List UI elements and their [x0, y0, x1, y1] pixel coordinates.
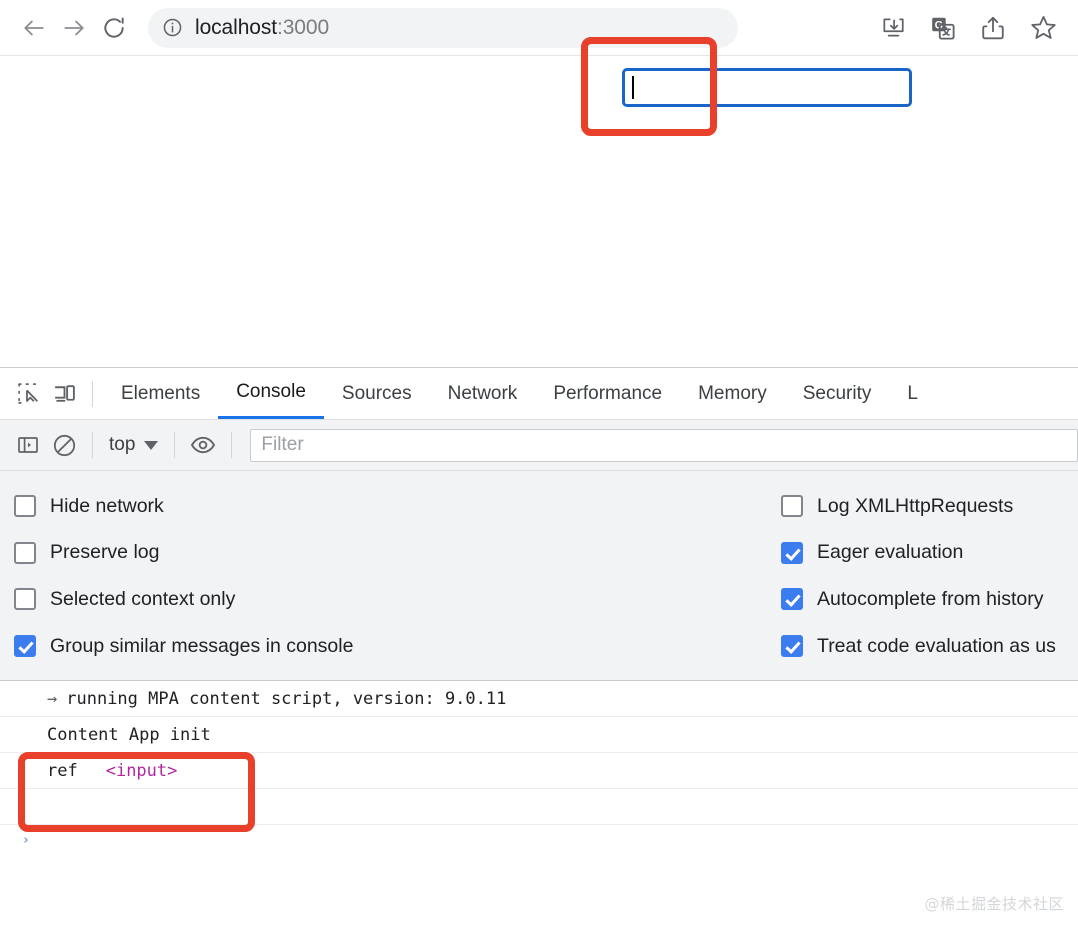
eager-evaluation-checkbox[interactable]	[781, 541, 803, 564]
preserve-log-label: Preserve log	[50, 541, 160, 564]
setting-eager-evaluation[interactable]: Eager evaluation	[781, 530, 1056, 577]
devtools-panel: Elements Console Sources Network Perform…	[0, 367, 1078, 934]
console-filter-placeholder: Filter	[261, 434, 304, 455]
setting-autocomplete-history[interactable]: Autocomplete from history	[781, 576, 1056, 623]
address-bar[interactable]: localhost:3000	[148, 7, 738, 48]
execution-context-value: top	[109, 434, 136, 455]
install-app-icon	[883, 17, 904, 36]
arrow-left-icon	[24, 20, 44, 35]
ref-input-tag: <input>	[105, 760, 178, 781]
device-toolbar-icon	[54, 385, 75, 402]
bookmark-star-button[interactable]	[1028, 13, 1058, 43]
hide-network-checkbox[interactable]	[14, 495, 36, 518]
hide-network-label: Hide network	[50, 494, 164, 517]
watermark: @稀土掘金技术社区	[924, 895, 1064, 913]
tab-network[interactable]: Network	[430, 368, 536, 419]
group-similar-messages-checkbox[interactable]	[14, 635, 36, 658]
console-settings-panel: Hide network Preserve log Selected conte…	[0, 471, 1078, 704]
log-xhr-checkbox[interactable]	[781, 495, 803, 518]
browser-toolbar: localhost:3000 G	[0, 0, 1078, 55]
page-viewport	[0, 55, 1078, 367]
selected-context-only-checkbox[interactable]	[14, 588, 36, 611]
url-port: :3000	[276, 15, 330, 39]
site-info-icon[interactable]	[162, 17, 183, 38]
clear-console-icon	[53, 434, 75, 456]
setting-group-similar-messages[interactable]: Group similar messages in console	[14, 623, 353, 670]
eager-evaluation-label: Eager evaluation	[817, 541, 964, 564]
group-similar-messages-label: Group similar messages in console	[50, 634, 354, 657]
inspect-element-button[interactable]	[10, 376, 46, 412]
console-sidebar-toggle-button[interactable]	[10, 427, 46, 463]
reload-icon	[104, 16, 124, 38]
setting-treat-code-evaluation[interactable]: Treat code evaluation as us	[781, 623, 1056, 670]
tab-sources[interactable]: Sources	[324, 368, 430, 419]
console-ref-message-row[interactable]: ref <input>	[0, 753, 1078, 789]
message-arrow-icon: →	[47, 688, 58, 709]
log-xhr-label: Log XMLHttpRequests	[817, 494, 1014, 517]
tab-elements[interactable]: Elements	[103, 368, 218, 419]
clear-console-button[interactable]	[46, 427, 82, 463]
arrow-right-icon	[64, 20, 84, 35]
console-message-row[interactable]: → running MPA content script, version: 9…	[0, 681, 1078, 717]
console-settings-right-column: Log XMLHttpRequests Eager evaluation Aut…	[781, 483, 1056, 669]
autocomplete-history-checkbox[interactable]	[781, 588, 803, 611]
sidebar-toggle-icon	[18, 437, 38, 453]
console-message-text: Content App init	[47, 724, 211, 745]
browser-window: localhost:3000 G Elements Console Source…	[0, 0, 1078, 934]
console-filter-input[interactable]: Filter	[250, 428, 1078, 462]
preserve-log-checkbox[interactable]	[14, 541, 36, 564]
browser-actions: G	[878, 13, 1064, 43]
setting-preserve-log[interactable]: Preserve log	[14, 530, 353, 577]
console-divider-1	[92, 432, 93, 458]
inspect-element-icon	[17, 383, 39, 404]
treat-code-evaluation-label: Treat code evaluation as us	[817, 634, 1056, 657]
install-app-button[interactable]	[878, 13, 908, 43]
text-caret	[632, 76, 634, 99]
ref-label: ref	[47, 760, 78, 781]
console-messages: → running MPA content script, version: 9…	[0, 681, 1078, 855]
console-message-row-empty	[0, 789, 1078, 825]
share-icon	[982, 16, 1004, 39]
prompt-caret-icon: ›	[22, 832, 30, 848]
page-text-input[interactable]	[622, 68, 912, 107]
toolbar-divider	[92, 380, 93, 407]
console-divider-2	[174, 432, 176, 458]
bookmark-star-icon	[1030, 16, 1056, 39]
reload-button[interactable]	[94, 8, 134, 48]
setting-hide-network[interactable]: Hide network	[14, 483, 353, 530]
execution-context-select[interactable]: top	[103, 434, 164, 456]
console-message-row[interactable]: Content App init	[0, 717, 1078, 753]
forward-button[interactable]	[54, 8, 94, 48]
device-toolbar-button[interactable]	[46, 376, 82, 412]
autocomplete-history-label: Autocomplete from history	[817, 587, 1044, 610]
selected-context-only-label: Selected context only	[50, 587, 236, 610]
console-prompt[interactable]: ›	[0, 825, 1078, 855]
eye-icon	[191, 436, 216, 454]
translate-icon: G	[932, 17, 955, 40]
share-button[interactable]	[978, 13, 1008, 43]
live-expression-button[interactable]	[185, 427, 221, 463]
tab-performance[interactable]: Performance	[535, 368, 680, 419]
setting-log-xhr[interactable]: Log XMLHttpRequests	[781, 483, 1056, 530]
address-bar-url: localhost:3000	[195, 16, 329, 40]
console-toolbar: top Filter	[0, 420, 1078, 471]
back-button[interactable]	[14, 8, 54, 48]
console-divider-3	[231, 432, 233, 458]
treat-code-evaluation-checkbox[interactable]	[781, 635, 803, 658]
devtools-tabbar: Elements Console Sources Network Perform…	[0, 368, 1078, 420]
setting-selected-context-only[interactable]: Selected context only	[14, 576, 353, 623]
tab-memory[interactable]: Memory	[680, 368, 785, 419]
chevron-down-icon	[144, 440, 159, 450]
url-host: localhost	[195, 15, 277, 39]
console-message-text: running MPA content script, version: 9.0…	[66, 688, 507, 709]
tab-lighthouse[interactable]: L	[889, 368, 936, 419]
tab-console[interactable]: Console	[218, 368, 324, 419]
tab-security[interactable]: Security	[785, 368, 890, 419]
translate-button[interactable]: G	[928, 13, 958, 43]
